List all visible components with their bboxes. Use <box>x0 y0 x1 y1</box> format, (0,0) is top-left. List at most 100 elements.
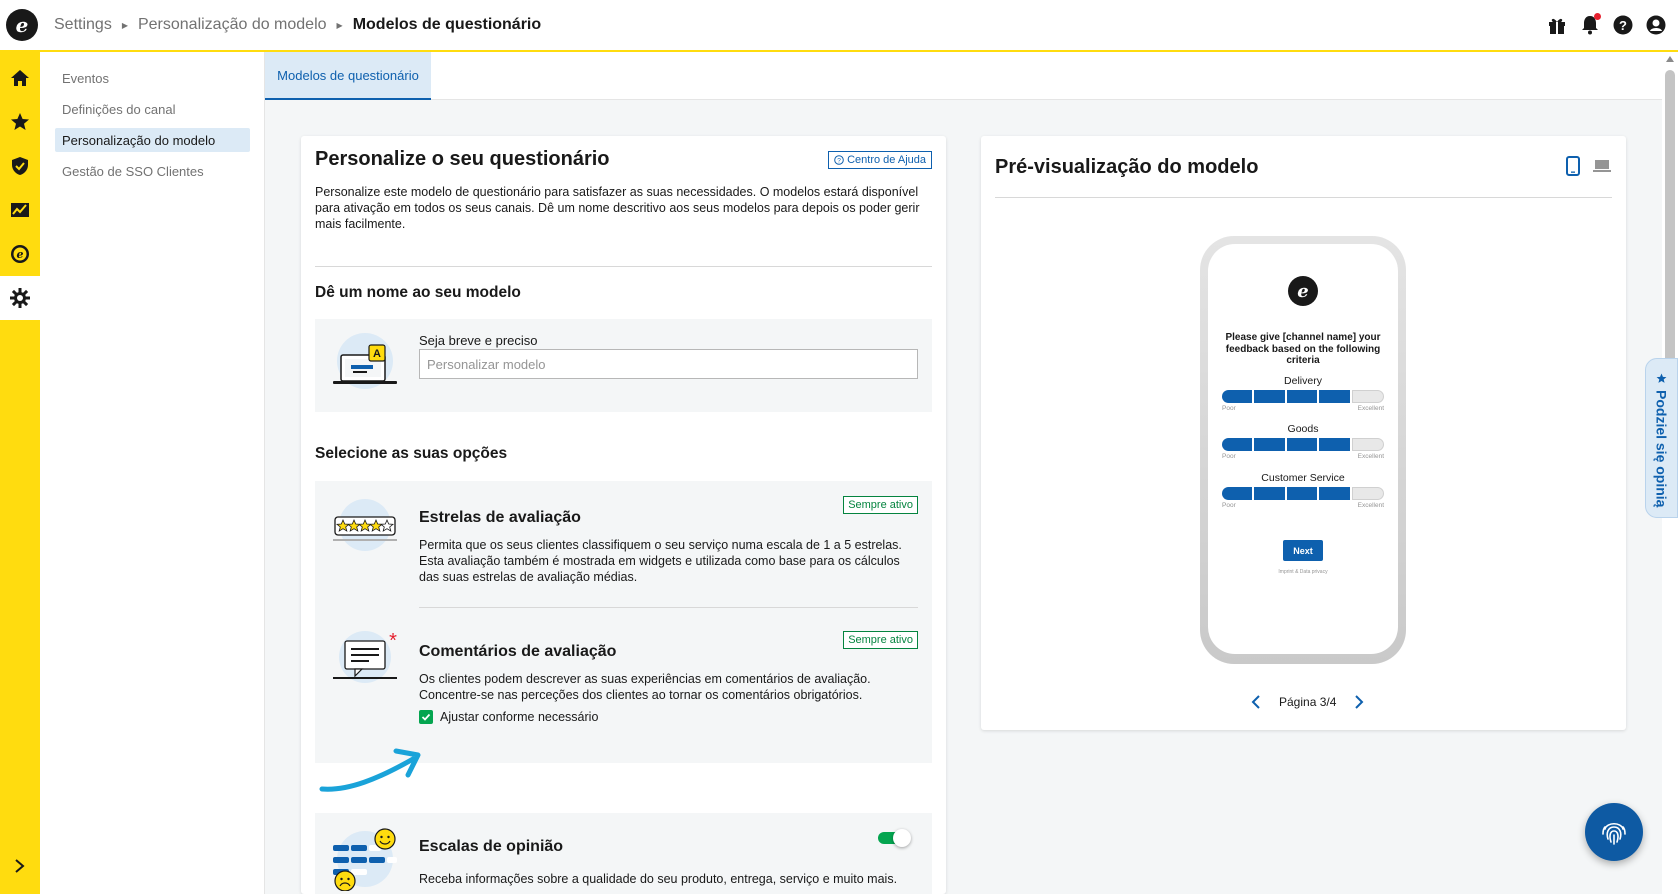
breadcrumb-separator-icon: ▶ <box>336 20 343 30</box>
name-section-title: Dê um nome ao seu modelo <box>315 284 521 301</box>
star-icon <box>1656 373 1667 383</box>
adjust-checkbox-row[interactable]: Ajustar conforme necessário <box>419 710 598 724</box>
breadcrumb-current: Modelos de questionário <box>352 16 542 33</box>
phone-screen: e Please give [channel name] your feedba… <box>1208 244 1398 654</box>
rating-stars-description: Permita que os seus clientes classifique… <box>419 538 902 584</box>
rating-bar[interactable] <box>1222 487 1385 500</box>
star-icon[interactable] <box>0 100 40 144</box>
opinion-scales-illustration <box>329 827 401 891</box>
criterion-name: Goods <box>1287 423 1319 435</box>
feedback-tab[interactable]: Podziel się opinią <box>1645 358 1678 518</box>
rating-stars-illustration <box>329 499 401 555</box>
chevron-right-icon[interactable] <box>1354 695 1364 709</box>
svg-text:A: A <box>373 348 381 360</box>
always-active-badge: Sempre ativo <box>843 496 918 514</box>
breadcrumb-separator-icon: ▶ <box>121 20 128 30</box>
svg-text:e: e <box>17 248 24 261</box>
page-title: Personalize o seu questionário <box>315 148 610 170</box>
shield-icon[interactable] <box>0 144 40 188</box>
adjust-checkbox-label: Ajustar conforme necessário <box>440 710 599 724</box>
help-circle-icon: ? <box>834 155 844 165</box>
annotation-arrow-icon <box>319 748 421 792</box>
scale-low-label: Poor <box>1222 502 1236 509</box>
settings-subnav: Eventos Definições do canal Personalizaç… <box>40 52 265 894</box>
review-comments-illustration: * <box>329 631 401 687</box>
review-comments-description: Os clientes podem descrever as suas expe… <box>419 672 871 702</box>
help-icon[interactable]: ? <box>1613 15 1633 35</box>
opinion-scales-title: Escalas de opinião <box>419 838 564 855</box>
template-name-label: Seja breve e preciso <box>419 333 538 348</box>
rating-stars-title: Estrelas de avaliação <box>419 509 581 526</box>
breadcrumb-settings[interactable]: Settings <box>54 16 112 34</box>
page-indicator: Página 3/4 <box>1279 695 1337 709</box>
tab-bar: Modelos de questionário <box>265 52 1662 100</box>
trustedshops-logo[interactable]: e <box>6 9 38 41</box>
chevron-left-icon[interactable] <box>1251 695 1261 709</box>
options-section-title: Selecione as suas opções <box>315 445 508 462</box>
subnav-item-channel-settings[interactable]: Definições do canal <box>55 97 250 121</box>
opinion-scales-description: Receba informações sobre a qualidade do … <box>419 872 898 886</box>
preview-next-button[interactable]: Next <box>1283 540 1323 561</box>
opinion-scales-toggle[interactable] <box>878 829 912 847</box>
checkmark-icon <box>421 713 431 721</box>
divider <box>315 266 932 267</box>
breadcrumb: Settings ▶ Personalização do modelo ▶ Mo… <box>54 16 541 34</box>
preview-prompt: Please give [channel name] your feedback… <box>1225 332 1381 366</box>
trustedshops-icon[interactable]: e <box>0 232 40 276</box>
scale-low-label: Poor <box>1222 405 1236 412</box>
home-icon[interactable] <box>0 56 40 100</box>
bell-icon[interactable] <box>1580 13 1601 35</box>
review-comments-title: Comentários de avaliação <box>419 643 617 660</box>
laptop-icon[interactable] <box>1592 158 1612 174</box>
svg-text:*: * <box>389 631 397 652</box>
criterion-customer-service: Customer Service Poor Excellent <box>1222 472 1385 509</box>
subnav-item-sso-management[interactable]: Gestão de SSO Clientes <box>55 159 250 183</box>
scroll-up-arrow-icon[interactable] <box>1666 56 1674 62</box>
help-center-label: Centro de Ajuda <box>847 154 926 166</box>
criterion-delivery: Delivery Poor Excellent <box>1222 375 1385 412</box>
scale-high-label: Excellent <box>1357 502 1384 509</box>
page-description: Personalize este modelo de questionário … <box>315 185 920 231</box>
scroll-thumb[interactable] <box>1665 70 1675 380</box>
subnav-item-events[interactable]: Eventos <box>55 66 250 90</box>
subnav-item-template-customization[interactable]: Personalização do modelo <box>55 128 250 152</box>
notification-dot <box>1594 13 1601 20</box>
preview-title: Pré-visualização do modelo <box>995 156 1259 178</box>
breadcrumb-template-customization[interactable]: Personalização do modelo <box>138 16 327 34</box>
criterion-name: Delivery <box>1284 375 1322 387</box>
scale-high-label: Excellent <box>1357 453 1384 460</box>
adjust-checkbox[interactable] <box>419 710 433 724</box>
criterion-goods: Goods Poor Excellent <box>1222 423 1385 460</box>
scale-high-label: Excellent <box>1357 405 1384 412</box>
svg-text:?: ? <box>1619 18 1627 33</box>
criterion-name: Customer Service <box>1261 472 1345 484</box>
template-preview-card: Pré-visualização do modelo e Please give… <box>981 136 1626 730</box>
gear-icon[interactable] <box>0 276 40 320</box>
imprint-link[interactable]: Imprint & Data privacy <box>1208 569 1398 575</box>
laptop-name-illustration: A <box>329 333 401 389</box>
template-name-input[interactable] <box>419 349 918 379</box>
fingerprint-button[interactable] <box>1585 803 1643 861</box>
feedback-tab-label: Podziel się opinią <box>1653 390 1670 508</box>
phone-icon[interactable] <box>1566 156 1580 176</box>
tab-questionnaire-templates[interactable]: Modelos de questionário <box>265 52 431 100</box>
top-bar: e Settings ▶ Personalização do modelo ▶ … <box>0 0 1678 52</box>
scale-low-label: Poor <box>1222 453 1236 460</box>
divider <box>419 607 918 608</box>
chart-icon[interactable] <box>0 188 40 232</box>
rating-bar[interactable] <box>1222 390 1385 403</box>
divider <box>995 197 1612 198</box>
always-active-badge: Sempre ativo <box>843 631 918 649</box>
left-rail: e <box>0 52 40 894</box>
opinion-scales-panel: Escalas de opinião Receba informações so… <box>315 813 932 894</box>
rating-bar[interactable] <box>1222 438 1385 451</box>
phone-mockup: e Please give [channel name] your feedba… <box>1200 236 1406 664</box>
trustedshops-logo: e <box>1288 276 1318 306</box>
customize-questionnaire-card: Personalize o seu questionário ? Centro … <box>301 136 946 894</box>
svg-text:?: ? <box>837 158 841 165</box>
help-center-link[interactable]: ? Centro de Ajuda <box>828 151 932 169</box>
chevron-right-icon[interactable] <box>0 858 40 874</box>
gift-icon[interactable] <box>1547 15 1567 35</box>
user-icon[interactable] <box>1646 15 1666 35</box>
fingerprint-icon <box>1602 822 1626 845</box>
